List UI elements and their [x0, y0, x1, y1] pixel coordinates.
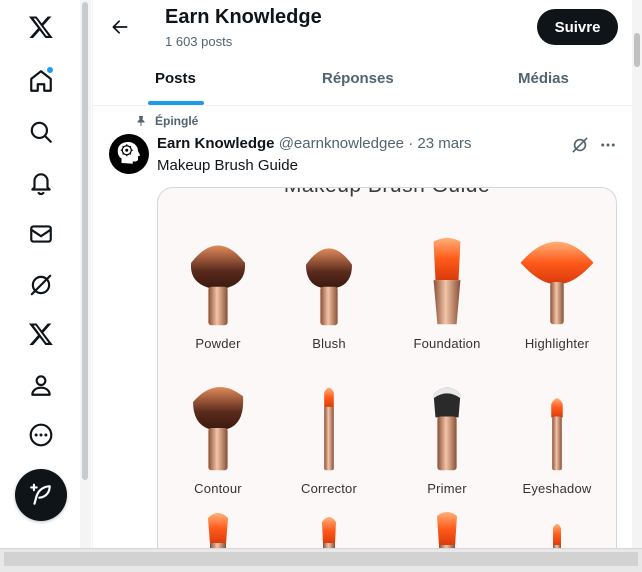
notification-badge — [46, 66, 54, 74]
nav-notifications[interactable] — [22, 164, 60, 202]
brush-partial — [166, 510, 270, 548]
brush-partial — [277, 510, 381, 548]
horizontal-scrollbar-thumb[interactable] — [4, 552, 638, 566]
post-header: Earn Knowledge @earnknowledgee · 23 mars — [157, 135, 472, 152]
brush-primer: Primer — [395, 379, 499, 496]
primer-brush-icon — [433, 387, 461, 471]
profile-tabs: Posts Réponses Médias — [93, 56, 632, 106]
nav-more[interactable] — [22, 416, 60, 454]
grok-icon — [30, 274, 52, 296]
brush-label: Contour — [194, 481, 242, 496]
search-icon — [30, 121, 52, 143]
brush-highlighter: Highlighter — [505, 234, 609, 351]
highlighter-brush-icon — [520, 241, 594, 325]
post-count: 1 603 posts — [165, 34, 233, 49]
pinned-indicator: Épinglé — [135, 114, 198, 128]
brush-icon — [553, 524, 561, 548]
brush-label: Eyeshadow — [522, 481, 592, 496]
nav-messages[interactable] — [22, 215, 60, 253]
brush-icon — [437, 512, 457, 548]
brush-eyeshadow: Eyeshadow — [505, 379, 609, 496]
profile-timeline: Earn Knowledge 1 603 posts Suivre Posts … — [92, 0, 632, 548]
more-options-icon[interactable] — [598, 135, 618, 155]
mail-icon — [30, 225, 52, 243]
brush-foundation: Foundation — [395, 234, 499, 351]
author-name[interactable]: Earn Knowledge — [157, 135, 275, 152]
brush-icon — [322, 517, 336, 548]
nav-profile[interactable] — [22, 366, 60, 404]
post-media-image[interactable]: Makeup Brush Guide Powder Blush — [157, 187, 617, 548]
brush-corrector: Corrector — [277, 379, 381, 496]
head-brain-icon — [117, 142, 141, 164]
brush-partial — [395, 510, 499, 548]
blush-brush-icon — [305, 248, 353, 326]
brush-label: Blush — [312, 336, 346, 351]
page-title: Earn Knowledge — [165, 6, 322, 28]
pinned-label: Épinglé — [155, 114, 199, 128]
eyeshadow-brush-icon — [551, 398, 563, 471]
nav-explore[interactable] — [22, 113, 60, 151]
tab-posts[interactable]: Posts — [155, 70, 196, 87]
brush-powder: Powder — [166, 234, 270, 351]
right-scrollbar[interactable] — [632, 0, 642, 548]
sidebar-nav — [0, 0, 82, 548]
bell-icon — [31, 173, 51, 196]
horizontal-scrollbar[interactable] — [0, 548, 642, 572]
tab-media[interactable]: Médias — [518, 70, 569, 87]
nav-premium[interactable] — [22, 315, 60, 353]
avatar[interactable] — [109, 134, 149, 174]
follow-button[interactable]: Suivre — [537, 9, 618, 45]
user-icon — [31, 375, 51, 396]
brush-blush: Blush — [277, 234, 381, 351]
more-circle-icon — [29, 423, 53, 447]
contour-brush-icon — [193, 386, 244, 471]
brush-icon — [208, 513, 228, 548]
nav-home[interactable] — [22, 62, 60, 100]
header-separator: · — [408, 135, 414, 152]
brush-contour: Contour — [166, 379, 270, 496]
powder-brush-icon — [190, 245, 246, 326]
tab-replies[interactable]: Réponses — [322, 70, 394, 87]
corrector-brush-icon — [324, 387, 334, 471]
post-text: Makeup Brush Guide — [157, 157, 298, 174]
left-scrollbar-thumb[interactable] — [82, 2, 88, 480]
post-date[interactable]: 23 mars — [417, 135, 471, 152]
x-logo-icon[interactable] — [22, 8, 60, 46]
brush-label: Corrector — [301, 481, 357, 496]
brush-partial — [505, 510, 609, 548]
x-logo-icon — [28, 323, 53, 346]
nav-grok[interactable] — [22, 266, 60, 304]
right-scrollbar-thumb[interactable] — [634, 33, 640, 67]
compose-feather-icon — [30, 483, 51, 505]
compose-post-button[interactable] — [15, 469, 67, 521]
arrow-left-icon — [112, 20, 128, 34]
brush-label: Powder — [195, 336, 241, 351]
grok-icon[interactable] — [570, 135, 590, 155]
brush-label: Foundation — [413, 336, 481, 351]
active-tab-indicator — [148, 101, 204, 105]
profile-header: Earn Knowledge 1 603 posts Suivre Posts … — [93, 0, 632, 106]
author-handle[interactable]: @earnknowledgee — [279, 135, 404, 152]
media-title: Makeup Brush Guide — [158, 188, 616, 198]
pin-icon — [137, 116, 145, 126]
brush-label: Highlighter — [524, 336, 590, 351]
brush-label: Primer — [427, 481, 467, 496]
back-button[interactable] — [107, 14, 133, 40]
foundation-brush-icon — [433, 237, 461, 325]
